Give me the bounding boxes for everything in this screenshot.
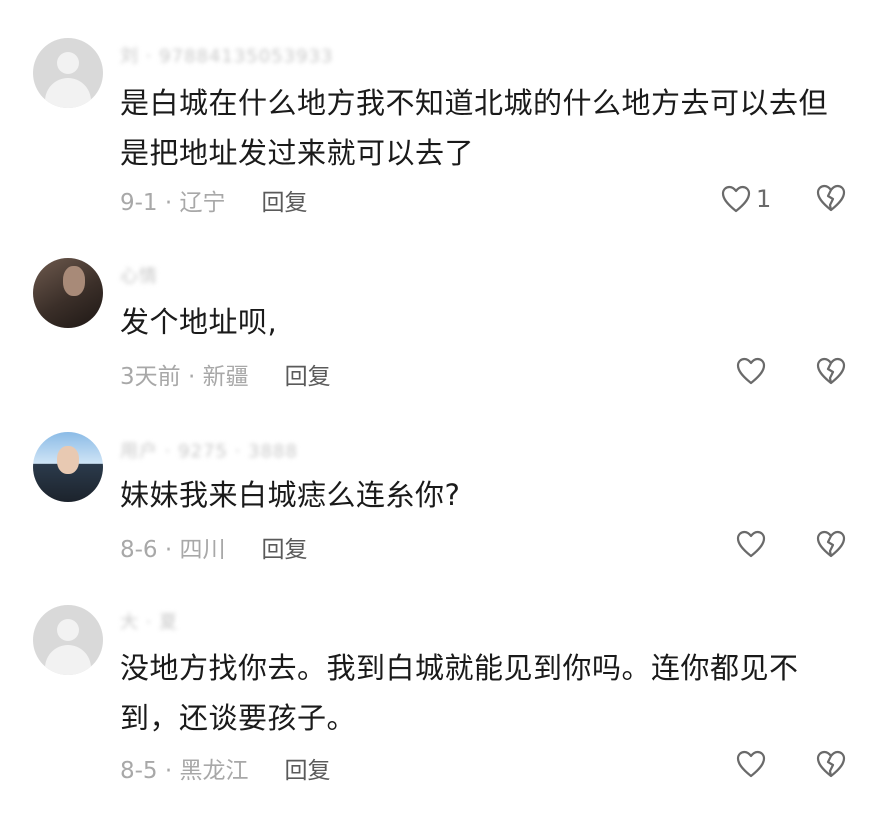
dislike-button[interactable] <box>815 529 847 559</box>
comment-date-location: 9-1 · 辽宁 <box>120 190 226 216</box>
comment-meta: 8-5 · 黑龙江 回复 <box>120 751 331 784</box>
comment-username[interactable]: 用户 · 9275 · 3888 <box>120 437 420 463</box>
comment-date-location: 8-6 · 四川 <box>120 537 226 563</box>
like-count: 1 <box>756 185 772 213</box>
comment-text: 没地方找你去。我到白城就能见到你吗。连你都见不到，还谈要孩子。 <box>120 651 799 735</box>
comment-username[interactable]: 大 · 夏 <box>120 608 420 634</box>
heart-outline-icon <box>720 184 752 214</box>
comment-text: 妹妹我来白城痣么连糸你? <box>120 478 461 512</box>
comment-text: 是白城在什么地方我不知道北城的什么地方去可以去但是把地址发过来就可以去了 <box>120 86 829 170</box>
avatar[interactable] <box>33 432 103 502</box>
comment-username[interactable]: 刘 · 97884135053933 <box>120 42 420 68</box>
heart-outline-icon <box>735 529 767 559</box>
avatar[interactable] <box>33 258 103 328</box>
comment-date-location: 8-5 · 黑龙江 <box>120 758 249 784</box>
dislike-button[interactable] <box>815 749 847 779</box>
broken-heart-icon <box>815 529 847 559</box>
avatar[interactable] <box>33 605 103 675</box>
reply-button[interactable]: 回复 <box>262 190 308 216</box>
comment-meta: 3天前 · 新疆 回复 <box>120 357 331 390</box>
like-button[interactable] <box>735 353 771 389</box>
comment-meta: 8-6 · 四川 回复 <box>120 530 308 563</box>
heart-outline-icon <box>735 356 767 386</box>
reply-button[interactable]: 回复 <box>285 758 331 784</box>
dislike-button[interactable] <box>815 356 847 386</box>
reply-button[interactable]: 回复 <box>262 537 308 563</box>
comment-meta: 9-1 · 辽宁 回复 <box>120 183 308 216</box>
like-button[interactable] <box>735 746 771 782</box>
comment-text: 发个地址呗, <box>120 305 278 339</box>
avatar[interactable] <box>33 38 103 108</box>
like-button[interactable] <box>735 526 771 562</box>
comment-username[interactable]: 心情 <box>120 262 420 288</box>
comment-date-location: 3天前 · 新疆 <box>120 364 249 390</box>
heart-outline-icon <box>735 749 767 779</box>
broken-heart-icon <box>815 749 847 779</box>
broken-heart-icon <box>815 356 847 386</box>
reply-button[interactable]: 回复 <box>285 364 331 390</box>
broken-heart-icon <box>815 183 847 213</box>
like-button[interactable]: 1 <box>720 181 771 217</box>
dislike-button[interactable] <box>815 183 847 213</box>
